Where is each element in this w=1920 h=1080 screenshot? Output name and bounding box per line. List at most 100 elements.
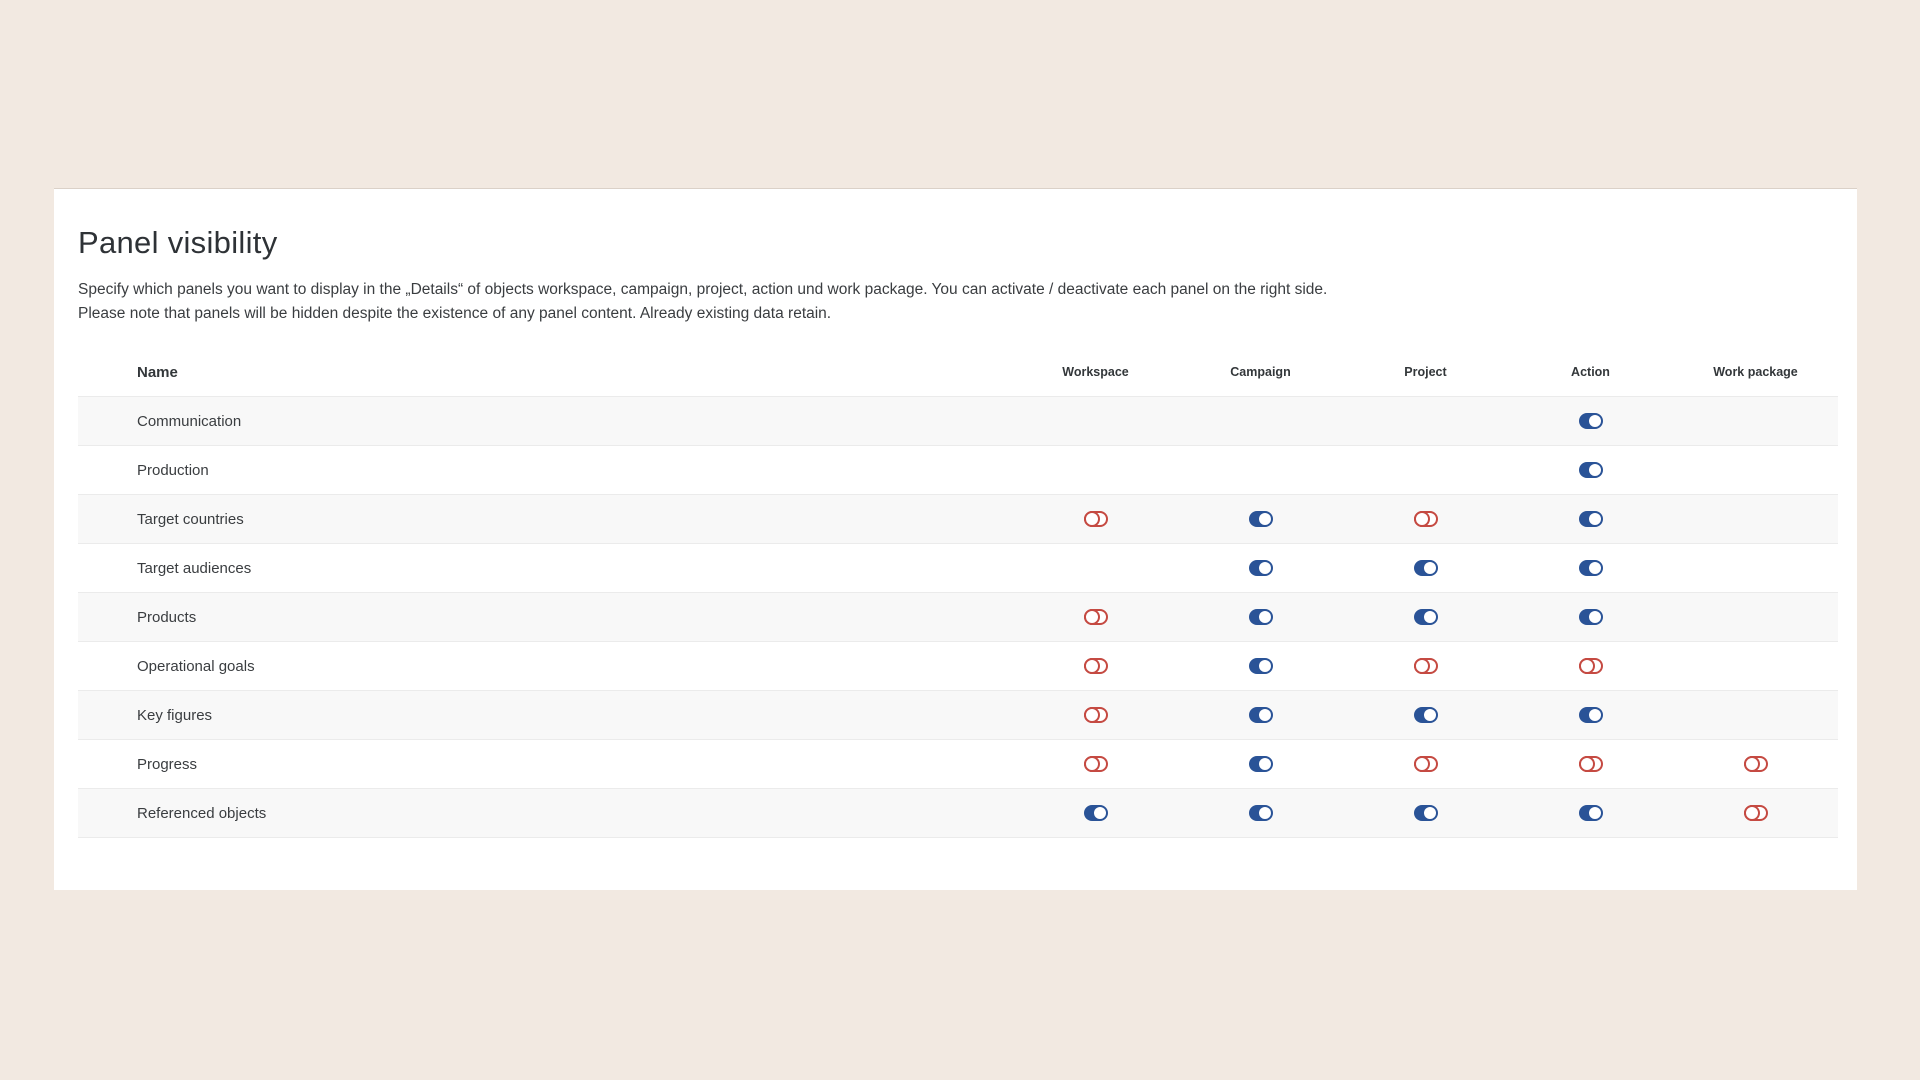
toggle-cell-work-package: [1673, 805, 1838, 821]
description-line-1: Specify which panels you want to display…: [78, 281, 1327, 298]
page-title: Panel visibility: [78, 225, 1838, 261]
table-row: Referenced objects: [78, 789, 1838, 838]
toggle-action-off[interactable]: [1579, 658, 1603, 674]
toggle-project-off[interactable]: [1414, 658, 1438, 674]
row-name: Referenced objects: [78, 805, 1013, 822]
toggle-knob: [1084, 756, 1100, 772]
toggle-knob: [1589, 562, 1601, 574]
row-name: Operational goals: [78, 658, 1013, 675]
toggle-cell-project: [1343, 756, 1508, 772]
toggle-workspace-off[interactable]: [1084, 658, 1108, 674]
toggle-cell-work-package: [1673, 756, 1838, 772]
row-name: Production: [78, 462, 1013, 479]
table-header-row: Name Workspace Campaign Project Action W…: [78, 348, 1838, 396]
toggle-campaign-on[interactable]: [1249, 511, 1273, 527]
column-header-work-package: Work package: [1673, 365, 1838, 379]
toggle-workspace-off[interactable]: [1084, 609, 1108, 625]
column-header-workspace: Workspace: [1013, 365, 1178, 379]
panel-visibility-table: Name Workspace Campaign Project Action W…: [78, 348, 1838, 838]
table-body: Communication Production Target countries T…: [78, 396, 1838, 838]
row-name: Key figures: [78, 707, 1013, 724]
toggle-knob: [1094, 807, 1106, 819]
row-name: Progress: [78, 756, 1013, 773]
toggle-cell-action: [1508, 658, 1673, 674]
toggle-cell-workspace: [1013, 511, 1178, 527]
toggle-knob: [1424, 611, 1436, 623]
row-name: Target audiences: [78, 560, 1013, 577]
toggle-knob: [1424, 807, 1436, 819]
toggle-cell-action: [1508, 511, 1673, 527]
toggle-cell-action: [1508, 756, 1673, 772]
toggle-knob: [1084, 658, 1100, 674]
toggle-cell-workspace: [1013, 609, 1178, 625]
toggle-workspace-off[interactable]: [1084, 756, 1108, 772]
toggle-knob: [1259, 758, 1271, 770]
toggle-cell-project: [1343, 511, 1508, 527]
toggle-cell-project: [1343, 609, 1508, 625]
toggle-cell-action: [1508, 707, 1673, 723]
toggle-knob: [1259, 611, 1271, 623]
row-name: Target countries: [78, 511, 1013, 528]
toggle-action-on[interactable]: [1579, 511, 1603, 527]
toggle-campaign-on[interactable]: [1249, 707, 1273, 723]
toggle-action-off[interactable]: [1579, 756, 1603, 772]
toggle-project-on[interactable]: [1414, 707, 1438, 723]
toggle-cell-project: [1343, 658, 1508, 674]
column-header-campaign: Campaign: [1178, 365, 1343, 379]
toggle-cell-campaign: [1178, 658, 1343, 674]
table-row: Products: [78, 593, 1838, 642]
toggle-knob: [1414, 511, 1430, 527]
toggle-campaign-on[interactable]: [1249, 609, 1273, 625]
toggle-campaign-on[interactable]: [1249, 805, 1273, 821]
toggle-knob: [1744, 756, 1760, 772]
toggle-project-on[interactable]: [1414, 805, 1438, 821]
toggle-cell-campaign: [1178, 511, 1343, 527]
row-name: Products: [78, 609, 1013, 626]
toggle-knob: [1084, 511, 1100, 527]
column-header-project: Project: [1343, 365, 1508, 379]
toggle-knob: [1414, 756, 1430, 772]
toggle-project-on[interactable]: [1414, 609, 1438, 625]
row-name: Communication: [78, 413, 1013, 430]
toggle-knob: [1579, 658, 1595, 674]
description-line-2: Please note that panels will be hidden d…: [78, 305, 831, 322]
toggle-knob: [1424, 709, 1436, 721]
toggle-cell-workspace: [1013, 658, 1178, 674]
toggle-knob: [1259, 660, 1271, 672]
toggle-workspace-on[interactable]: [1084, 805, 1108, 821]
toggle-workspace-off[interactable]: [1084, 511, 1108, 527]
toggle-knob: [1589, 464, 1601, 476]
toggle-project-on[interactable]: [1414, 560, 1438, 576]
toggle-action-on[interactable]: [1579, 462, 1603, 478]
toggle-action-on[interactable]: [1579, 707, 1603, 723]
toggle-cell-campaign: [1178, 805, 1343, 821]
toggle-work-package-off[interactable]: [1744, 756, 1768, 772]
toggle-project-off[interactable]: [1414, 511, 1438, 527]
toggle-campaign-on[interactable]: [1249, 560, 1273, 576]
toggle-work-package-off[interactable]: [1744, 805, 1768, 821]
toggle-knob: [1589, 415, 1601, 427]
toggle-knob: [1259, 709, 1271, 721]
toggle-knob: [1084, 707, 1100, 723]
table-row: Progress: [78, 740, 1838, 789]
toggle-campaign-on[interactable]: [1249, 756, 1273, 772]
toggle-knob: [1259, 513, 1271, 525]
toggle-project-off[interactable]: [1414, 756, 1438, 772]
toggle-action-on[interactable]: [1579, 805, 1603, 821]
toggle-knob: [1589, 513, 1601, 525]
toggle-workspace-off[interactable]: [1084, 707, 1108, 723]
toggle-campaign-on[interactable]: [1249, 658, 1273, 674]
description: Specify which panels you want to display…: [78, 278, 1838, 325]
toggle-knob: [1259, 562, 1271, 574]
toggle-action-on[interactable]: [1579, 413, 1603, 429]
toggle-cell-action: [1508, 413, 1673, 429]
toggle-cell-campaign: [1178, 609, 1343, 625]
toggle-cell-campaign: [1178, 707, 1343, 723]
table-row: Communication: [78, 397, 1838, 446]
toggle-action-on[interactable]: [1579, 560, 1603, 576]
toggle-cell-project: [1343, 560, 1508, 576]
panel-visibility-card: Panel visibility Specify which panels yo…: [54, 188, 1857, 890]
toggle-action-on[interactable]: [1579, 609, 1603, 625]
toggle-cell-campaign: [1178, 560, 1343, 576]
toggle-cell-project: [1343, 805, 1508, 821]
